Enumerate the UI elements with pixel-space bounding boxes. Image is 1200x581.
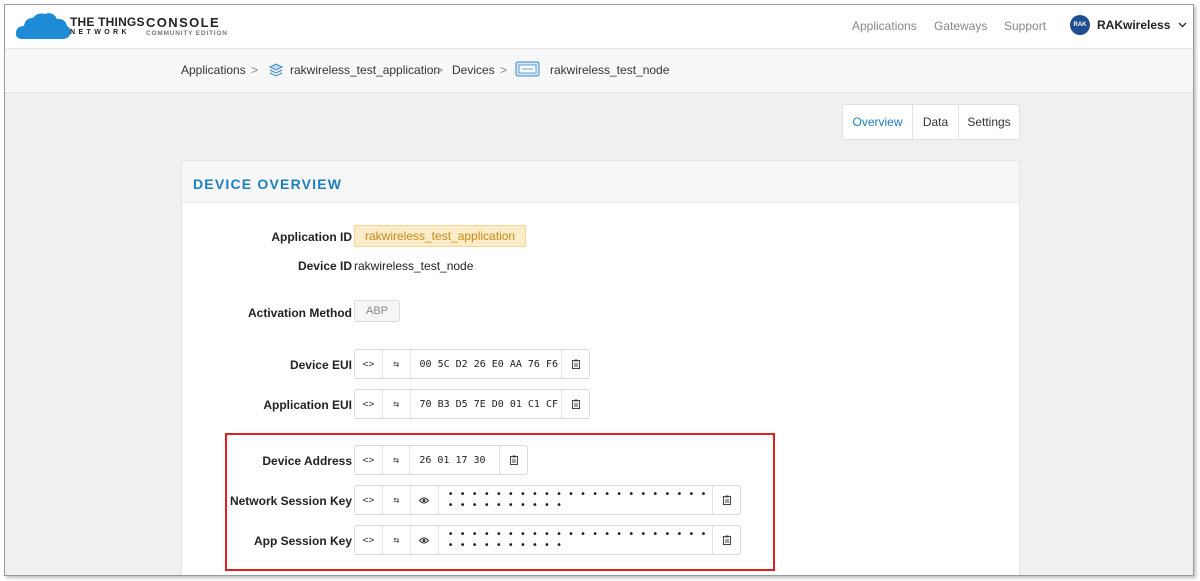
- top-navbar: THE THINGS NETWORK CONSOLE COMMUNITY EDI…: [5, 5, 1193, 49]
- stack-icon: [269, 63, 283, 77]
- console-title: CONSOLE: [146, 15, 221, 30]
- device-id-label: Device ID: [297, 259, 352, 273]
- copy-button[interactable]: [561, 350, 589, 378]
- brand-sub: NETWORK: [70, 29, 130, 36]
- chevron-down-icon: [1178, 22, 1187, 28]
- device-icon: [515, 61, 540, 77]
- device-tabs: Overview Data Settings: [842, 104, 1020, 140]
- device-id-value: rakwireless_test_node: [354, 259, 474, 273]
- device-eui-field: <> ⇆ 00 5C D2 26 E0 AA 76 F6: [354, 349, 590, 379]
- breadcrumb-device: rakwireless_test_node: [550, 63, 670, 77]
- activation-method-label: Activation Method: [248, 306, 352, 320]
- device-eui-value: 00 5C D2 26 E0 AA 76 F6: [419, 358, 559, 370]
- panel-header: DEVICE OVERVIEW: [182, 161, 1019, 203]
- tab-data[interactable]: Data: [913, 105, 959, 139]
- avatar: RAK: [1070, 15, 1090, 35]
- application-eui-value: 70 B3 D5 7E D0 01 C1 CF: [419, 398, 559, 410]
- device-eui-label: Device EUI: [289, 358, 352, 372]
- ttn-cloud-logo[interactable]: [15, 11, 71, 41]
- page-title: DEVICE OVERVIEW: [193, 176, 343, 192]
- username: RAKwireless: [1097, 18, 1171, 32]
- console-window: THE THINGS NETWORK CONSOLE COMMUNITY EDI…: [4, 4, 1194, 576]
- byte-order-button[interactable]: ⇆: [383, 390, 411, 418]
- tab-overview[interactable]: Overview: [843, 105, 913, 139]
- avatar-text: RAK: [1073, 22, 1087, 28]
- clipboard-icon: [571, 399, 580, 409]
- breadcrumb-applications[interactable]: Applications: [181, 63, 246, 77]
- activation-method-badge: ABP: [354, 300, 400, 322]
- brand-name: THE THINGS: [70, 15, 145, 29]
- tab-settings[interactable]: Settings: [959, 105, 1019, 139]
- breadcrumb-separator: >: [500, 63, 508, 77]
- console-brand: CONSOLE COMMUNITY EDITION: [146, 16, 228, 38]
- application-id-tag[interactable]: rakwireless_test_application: [354, 225, 527, 247]
- application-id-label: Application ID: [271, 230, 352, 244]
- ttn-brand: THE THINGS NETWORK: [70, 16, 145, 36]
- breadcrumb-application[interactable]: rakwireless_test_application: [290, 63, 440, 77]
- nav-support[interactable]: Support: [1004, 19, 1046, 33]
- user-menu[interactable]: RAK RAKwireless: [1070, 15, 1187, 35]
- nav-gateways[interactable]: Gateways: [934, 19, 987, 33]
- annotation-highlight-box: [225, 433, 775, 571]
- nav-applications[interactable]: Applications: [852, 19, 917, 33]
- format-toggle-button[interactable]: <>: [355, 350, 383, 378]
- breadcrumb-separator: >: [251, 63, 259, 77]
- application-eui-field: <> ⇆ 70 B3 D5 7E D0 01 C1 CF: [354, 389, 590, 419]
- clipboard-icon: [571, 359, 580, 369]
- format-toggle-button[interactable]: <>: [355, 390, 383, 418]
- application-eui-label: Application EUI: [263, 398, 352, 412]
- copy-button[interactable]: [561, 390, 589, 418]
- breadcrumb-devices[interactable]: Devices: [452, 63, 495, 77]
- console-edition: COMMUNITY EDITION: [146, 30, 228, 37]
- byte-order-button[interactable]: ⇆: [383, 350, 411, 378]
- breadcrumb-separator: >: [436, 63, 444, 77]
